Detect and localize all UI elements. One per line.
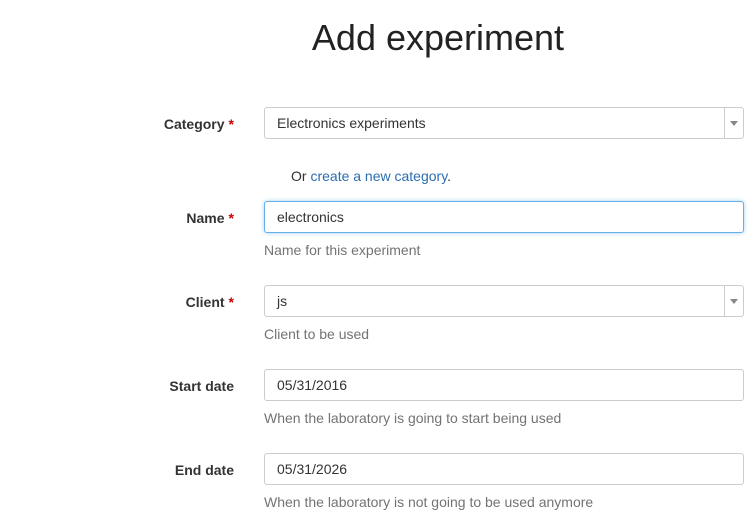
caret-down-icon xyxy=(730,298,738,304)
client-label-text: Client xyxy=(185,294,225,310)
client-label: Client * xyxy=(0,292,234,312)
name-input-value: electronics xyxy=(277,209,344,225)
required-marker: * xyxy=(228,116,234,132)
name-label-text: Name xyxy=(186,210,225,226)
category-label-text: Category xyxy=(163,116,225,132)
end-date-value: 05/31/2026 xyxy=(277,461,348,477)
caret-down-icon xyxy=(730,120,738,126)
page-title: Add experiment xyxy=(311,17,565,58)
category-select-value: Electronics experiments xyxy=(277,115,426,131)
start-date-label: Start date xyxy=(0,376,234,396)
category-select-toggle[interactable] xyxy=(724,108,743,138)
create-category-line: Or create a new category. xyxy=(291,166,451,186)
required-marker: * xyxy=(228,294,234,310)
end-date-input[interactable]: 05/31/2026 xyxy=(264,453,744,485)
name-help: Name for this experiment xyxy=(264,242,421,258)
client-select-toggle[interactable] xyxy=(724,286,743,316)
start-date-label-text: Start date xyxy=(169,378,234,394)
start-date-value: 05/31/2016 xyxy=(277,377,348,393)
start-date-input[interactable]: 05/31/2016 xyxy=(264,369,744,401)
name-label: Name * xyxy=(0,208,234,228)
start-date-help: When the laboratory is going to start be… xyxy=(264,410,562,426)
name-input[interactable]: electronics xyxy=(264,201,744,233)
required-marker: * xyxy=(228,210,234,226)
client-help: Client to be used xyxy=(264,326,370,342)
end-date-label: End date xyxy=(0,460,234,480)
create-category-link[interactable]: create a new category xyxy=(310,168,447,184)
category-select[interactable]: Electronics experiments xyxy=(264,107,744,139)
add-experiment-page: Add experiment Category * Electronics exp… xyxy=(0,0,755,514)
client-select-value: js xyxy=(277,293,288,309)
client-select[interactable]: js xyxy=(264,285,744,317)
or-prefix: Or xyxy=(291,168,307,184)
end-date-label-text: End date xyxy=(174,462,234,478)
or-suffix: . xyxy=(447,168,452,184)
category-label: Category * xyxy=(0,114,234,134)
end-date-help: When the laboratory is not going to be u… xyxy=(264,494,594,510)
